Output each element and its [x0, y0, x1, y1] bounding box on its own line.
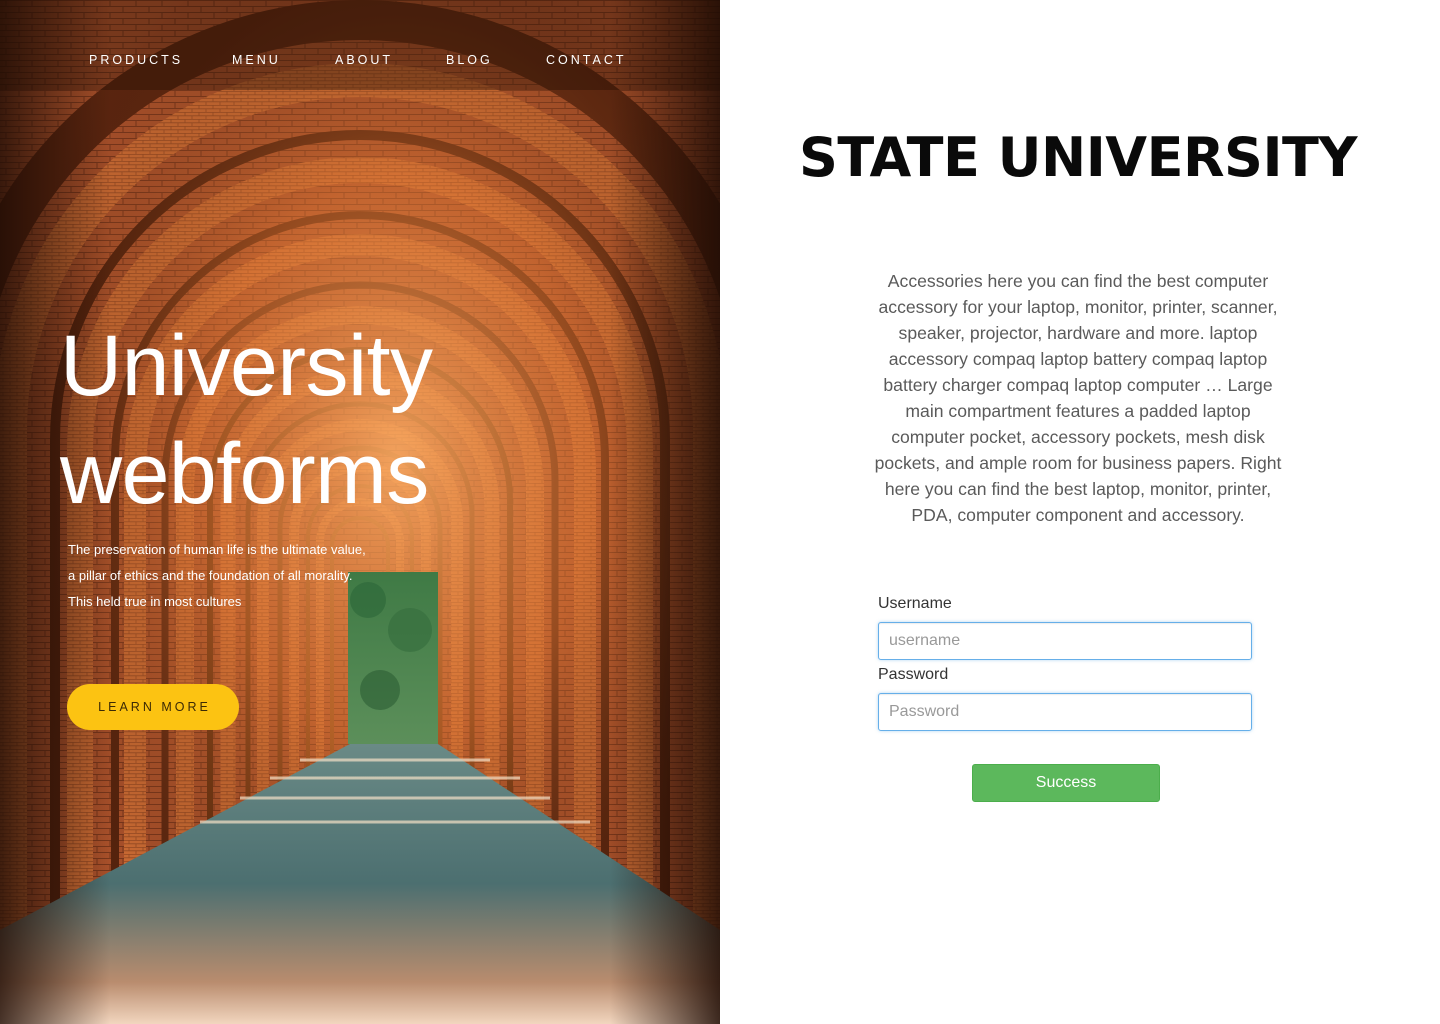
success-button[interactable]: Success: [972, 764, 1160, 802]
learn-more-button[interactable]: LEARN MORE: [67, 684, 239, 730]
nav-item-contact[interactable]: CONTACT: [546, 53, 627, 67]
about-text: Accessories here you can find the best c…: [874, 271, 1282, 525]
login-panel: STATE UNIVERSITY Accessories here you ca…: [720, 0, 1440, 1024]
username-label: Username: [878, 595, 952, 612]
brand-title: STATE UNIVERSITY: [799, 126, 1357, 189]
hero-description: The preservation of human life is the ul…: [68, 542, 366, 609]
password-input[interactable]: [878, 693, 1252, 731]
hero-title-line2: webforms: [60, 426, 429, 522]
main-nav: PRODUCTS MENU ABOUT BLOG CONTACT: [0, 53, 720, 69]
nav-item-blog[interactable]: BLOG: [446, 53, 493, 67]
nav-item-menu[interactable]: MENU: [232, 53, 281, 67]
hero-title-line1: University: [60, 318, 433, 414]
password-label: Password: [878, 666, 949, 683]
nav-item-products[interactable]: PRODUCTS: [89, 53, 183, 67]
username-input[interactable]: [878, 622, 1252, 660]
nav-item-about[interactable]: ABOUT: [335, 53, 393, 67]
hero-title: University webforms: [60, 312, 433, 528]
hero-section: PRODUCTS MENU ABOUT BLOG CONTACT Univers…: [0, 0, 720, 1024]
